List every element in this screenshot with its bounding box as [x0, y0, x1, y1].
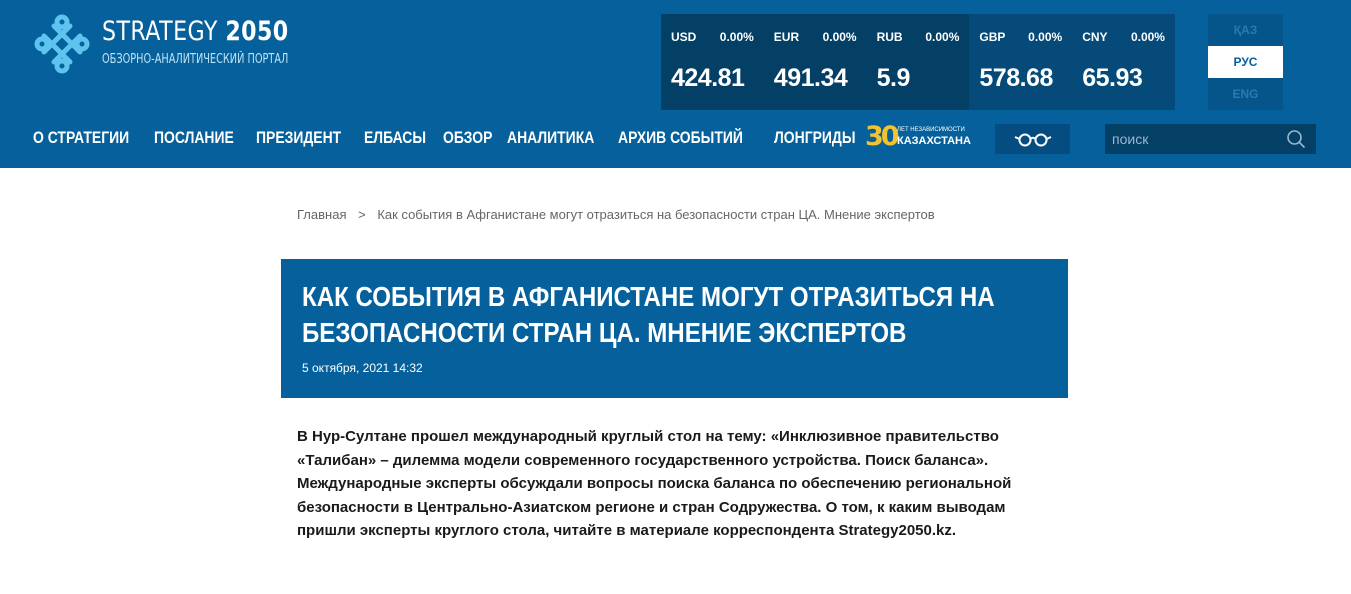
- rate-code: GBP: [979, 30, 1006, 44]
- nav-item-president[interactable]: ПРЕЗИДЕНТ: [256, 128, 341, 148]
- article-date: 5 октября, 2021 14:32: [302, 361, 423, 375]
- logo-subtitle: ОБЗОРНО-АНАЛИТИЧЕСКИЙ ПОРТАЛ: [102, 52, 289, 67]
- nav-item-strategy[interactable]: О СТРАТЕГИИ: [33, 128, 129, 148]
- anniversary-country: КАЗАХСТАНА: [897, 135, 971, 147]
- logo-title: STRATEGY 2050: [102, 16, 289, 47]
- breadcrumb-home[interactable]: Главная: [297, 207, 346, 222]
- rate-value: 578.68: [979, 64, 1053, 92]
- anniversary-number: 30: [865, 121, 900, 152]
- nav-item-elbasy[interactable]: ЕЛБАСЫ: [364, 128, 426, 148]
- site-header: STRATEGY 2050 ОБЗОРНО-АНАЛИТИЧЕСКИЙ ПОРТ…: [0, 0, 1351, 168]
- breadcrumb-current: Как события в Афганистане могут отразить…: [377, 207, 935, 222]
- rate-cny: CNY 0.00% 65.93: [1072, 14, 1175, 110]
- rate-value: 424.81: [671, 64, 745, 92]
- glasses-icon: [1014, 133, 1051, 147]
- rate-value: 491.34: [773, 64, 848, 92]
- rate-rub: RUB 0.00% 5.9: [866, 14, 970, 110]
- rate-change: 0.00%: [719, 30, 754, 44]
- anniversary-caption: ЛЕТ НЕЗАВИСИМОСТИ: [897, 127, 965, 133]
- main-nav: О СТРАТЕГИИ ПОСЛАНИЕ ПРЕЗИДЕНТ ЕЛБАСЫ ОБ…: [33, 128, 857, 148]
- nav-item-longreads[interactable]: ЛОНГРИДЫ: [774, 128, 856, 148]
- nav-item-analytics[interactable]: АНАЛИТИКА: [507, 128, 594, 148]
- rate-change: 0.00%: [925, 30, 960, 44]
- rate-usd: USD 0.00% 424.81: [661, 14, 764, 110]
- logo-knot-icon: [34, 14, 90, 74]
- rate-value: 5.9: [876, 64, 911, 92]
- site-logo[interactable]: STRATEGY 2050 ОБЗОРНО-АНАЛИТИЧЕСКИЙ ПОРТ…: [32, 14, 288, 74]
- language-switcher: ҚАЗ РУС ENG: [1208, 14, 1283, 110]
- rate-value: 65.93: [1082, 64, 1143, 92]
- lang-eng[interactable]: ENG: [1208, 78, 1283, 110]
- nav-item-message[interactable]: ПОСЛАНИЕ: [154, 128, 234, 148]
- rate-change: 0.00%: [1028, 30, 1063, 44]
- search-icon[interactable]: [1286, 129, 1306, 149]
- rate-gbp: GBP 0.00% 578.68: [969, 14, 1073, 110]
- nav-item-review[interactable]: ОБЗОР: [443, 128, 492, 148]
- breadcrumb-separator: >: [358, 207, 366, 222]
- rate-change: 0.00%: [1130, 30, 1165, 44]
- article-title: КАК СОБЫТИЯ В АФГАНИСТАНЕ МОГУТ ОТРАЗИТЬ…: [302, 281, 995, 348]
- lang-kaz[interactable]: ҚАЗ: [1208, 14, 1283, 46]
- article-header: КАК СОБЫТИЯ В АФГАНИСТАНЕ МОГУТ ОТРАЗИТЬ…: [281, 259, 1068, 398]
- rate-code: EUR: [773, 30, 800, 44]
- search-box: [1105, 124, 1316, 154]
- rate-change: 0.00%: [822, 30, 857, 44]
- rate-code: USD: [671, 30, 697, 44]
- breadcrumb: Главная > Как события в Афганистане могу…: [297, 207, 935, 222]
- article-lead: В Нур-Султане прошел международный кругл…: [297, 428, 1012, 539]
- nav-item-archive[interactable]: АРХИВ СОБЫТИЙ: [618, 128, 743, 148]
- rate-code: RUB: [876, 30, 903, 44]
- independence-30-logo[interactable]: 30 ЛЕТ НЕЗАВИСИМОСТИ КАЗАХСТАНА: [865, 121, 971, 154]
- accessibility-button[interactable]: [995, 124, 1070, 154]
- rate-eur: EUR 0.00% 491.34: [763, 14, 867, 110]
- currency-rates: USD 0.00% 424.81 EUR 0.00% 491.34 RUB 0.…: [661, 14, 1175, 110]
- lang-rus[interactable]: РУС: [1208, 46, 1283, 78]
- rate-code: CNY: [1082, 30, 1108, 44]
- search-input[interactable]: [1105, 124, 1280, 154]
